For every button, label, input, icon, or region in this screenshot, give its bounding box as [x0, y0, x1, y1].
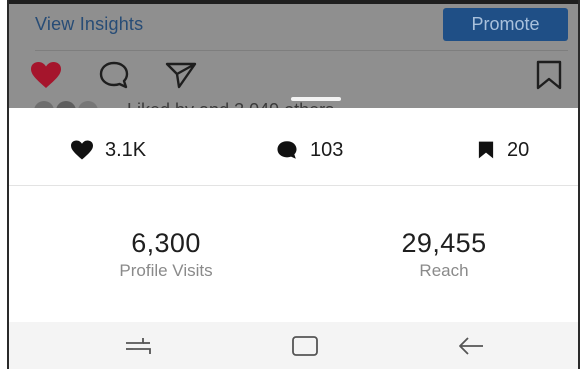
view-insights-link[interactable]: View Insights [35, 14, 143, 35]
comments-count: 103 [274, 132, 343, 168]
comments-value: 103 [310, 138, 344, 161]
likes-count: 3.1K [69, 132, 146, 168]
promote-button[interactable]: Promote [443, 8, 568, 41]
post-actions [9, 60, 578, 96]
saves-count: 20 [475, 132, 529, 168]
heart-icon[interactable] [29, 60, 63, 90]
bookmark-icon[interactable] [532, 60, 566, 90]
divider [35, 50, 568, 51]
post-overlay-dimmed: View Insights Promote Liked by and 3,049… [9, 4, 578, 112]
insights-bar: View Insights Promote [9, 4, 578, 48]
heart-icon [71, 140, 93, 160]
recent-apps-icon[interactable] [121, 334, 155, 358]
insights-sheet: 3.1K 103 20 6,300 Profile Visits 29,455 [9, 97, 578, 322]
comment-icon [277, 141, 297, 159]
reach-label: Reach [419, 261, 469, 280]
drag-handle[interactable] [291, 97, 341, 101]
profile-visits-label: Profile Visits [119, 261, 213, 280]
reach-metric: 29,455 Reach [344, 228, 544, 281]
profile-visits-value: 6,300 [131, 228, 201, 258]
comment-icon[interactable] [97, 60, 131, 90]
reach-value: 29,455 [401, 228, 487, 258]
engagement-counts: 3.1K 103 20 [9, 132, 578, 168]
bookmark-icon [478, 141, 494, 159]
saves-value: 20 [507, 138, 530, 161]
system-nav-bar [9, 322, 578, 369]
right-edge [578, 0, 580, 369]
share-icon[interactable] [164, 60, 198, 90]
phone-screen: View Insights Promote Liked by and 3,049… [0, 0, 582, 369]
profile-visits-metric: 6,300 Profile Visits [66, 228, 266, 281]
divider [9, 185, 578, 186]
likes-value: 3.1K [105, 138, 147, 161]
home-icon[interactable] [288, 334, 322, 358]
back-icon[interactable] [455, 334, 489, 358]
